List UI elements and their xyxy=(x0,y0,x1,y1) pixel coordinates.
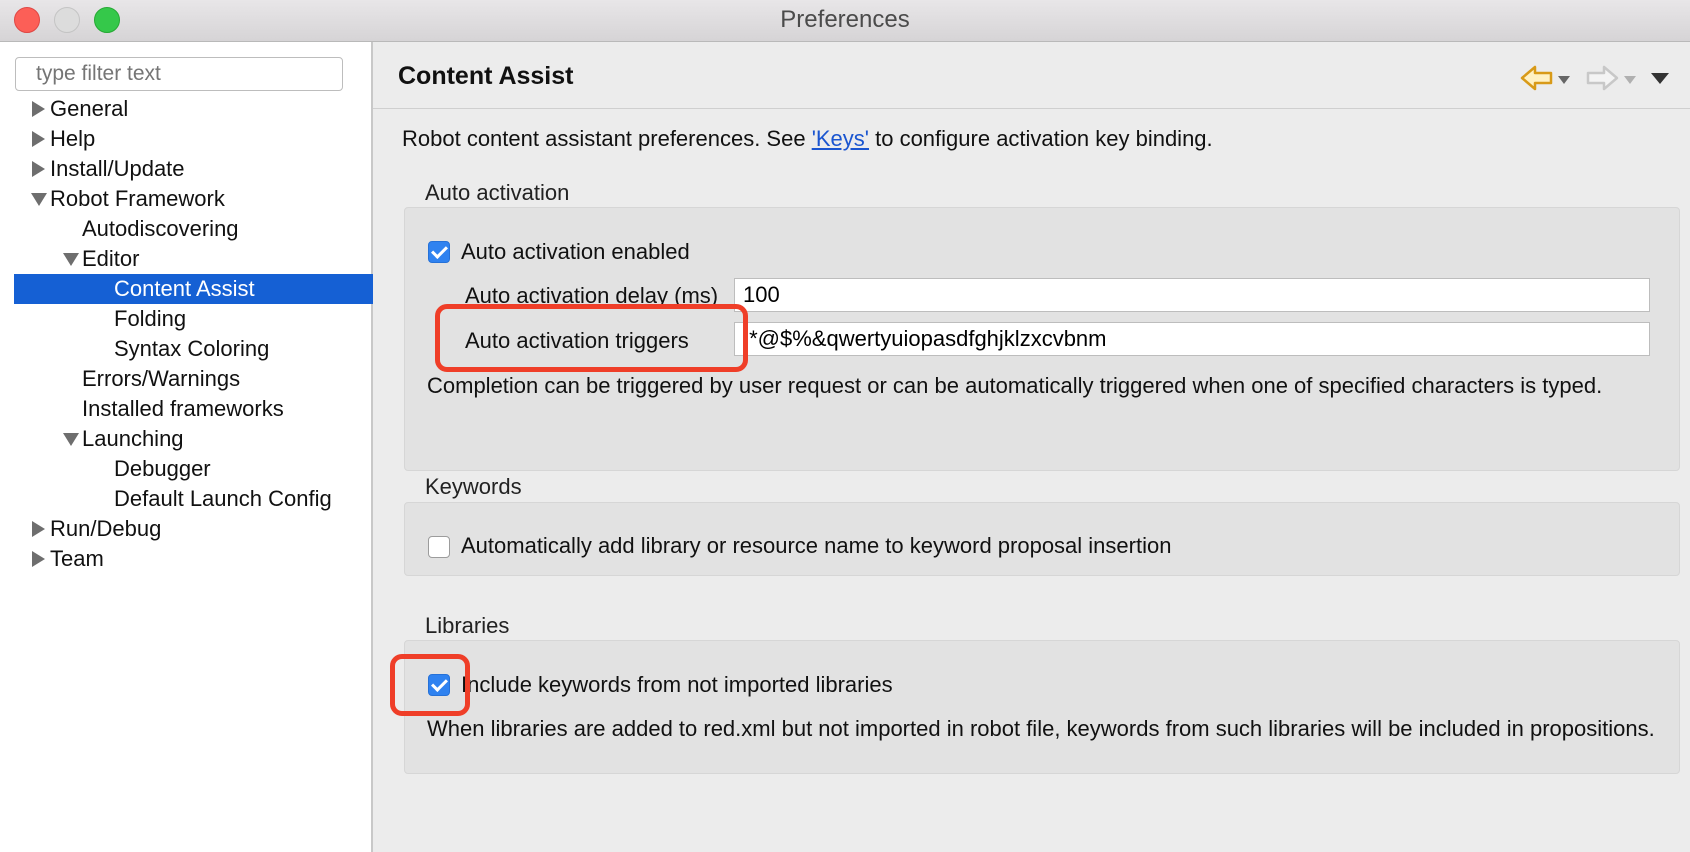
keys-link[interactable]: 'Keys' xyxy=(812,126,869,151)
tree-item[interactable]: Debugger xyxy=(0,454,371,484)
tree-item-label: Content Assist xyxy=(114,276,255,301)
libraries-help-text: When libraries are added to red.xml but … xyxy=(427,716,1655,741)
back-history-dropdown-icon[interactable] xyxy=(1557,75,1571,85)
tree-item-label: Installed frameworks xyxy=(82,396,284,421)
tree-item-label: Help xyxy=(50,126,96,151)
auto-activation-enabled-checkbox[interactable] xyxy=(428,241,450,263)
back-arrow-icon[interactable] xyxy=(1520,64,1554,92)
tree-item-label: Robot Framework xyxy=(50,186,225,211)
collapsed-triangle-icon[interactable] xyxy=(32,131,45,147)
tree-item-label: Run/Debug xyxy=(50,516,162,541)
tree-item[interactable]: Content Assist xyxy=(14,274,385,304)
tree-item[interactable]: Folding xyxy=(0,304,371,334)
tree-item[interactable]: Run/Debug xyxy=(0,514,371,544)
auto-activation-triggers-field[interactable] xyxy=(734,322,1650,356)
tree-item[interactable]: Errors/Warnings xyxy=(0,364,371,394)
tree-item-label: Team xyxy=(50,546,104,571)
tree-item-label: Debugger xyxy=(114,456,211,481)
tree-item[interactable]: Launching xyxy=(0,424,371,454)
tree-item[interactable]: Syntax Coloring xyxy=(0,334,371,364)
view-menu-icon[interactable] xyxy=(1650,72,1670,86)
expanded-triangle-icon[interactable] xyxy=(63,253,79,266)
tree-item[interactable]: Installed frameworks xyxy=(0,394,371,424)
collapsed-triangle-icon[interactable] xyxy=(32,161,45,177)
libraries-group xyxy=(404,640,1680,774)
keywords-group-label: Keywords xyxy=(425,474,522,499)
auto-activation-group-label: Auto activation xyxy=(425,180,570,205)
header-separator xyxy=(373,108,1690,109)
libraries-group-label: Libraries xyxy=(425,613,510,638)
preferences-sidebar: General Help Install/Update Robot Framework… xyxy=(0,42,385,852)
include-checkbox-highlight-box xyxy=(390,654,470,716)
tree-item[interactable]: Autodiscovering xyxy=(0,214,371,244)
collapsed-triangle-icon[interactable] xyxy=(32,101,45,117)
auto-activation-delay-field[interactable] xyxy=(734,278,1650,312)
tree-item-label: Autodiscovering xyxy=(82,216,239,241)
tree-item-label: Syntax Coloring xyxy=(114,336,270,361)
description-text-end: to configure activation key binding. xyxy=(869,126,1213,151)
tree-item[interactable]: Editor xyxy=(0,244,371,274)
expanded-triangle-icon[interactable] xyxy=(63,433,79,446)
tree-item-label: General xyxy=(50,96,129,121)
window-titlebar: Preferences xyxy=(0,0,1690,42)
filter-input[interactable] xyxy=(15,57,343,91)
add-library-name-checkbox[interactable] xyxy=(428,536,450,558)
tree-item-label: Folding xyxy=(114,306,187,331)
page-title: Content Assist xyxy=(398,62,574,90)
add-library-name-label: Automatically add library or resource na… xyxy=(461,533,1172,558)
collapsed-triangle-icon[interactable] xyxy=(32,551,45,567)
tree-item-label: Install/Update xyxy=(50,156,185,181)
tree-item[interactable]: Robot Framework xyxy=(0,184,371,214)
tree-item-label: Launching xyxy=(82,426,184,451)
collapsed-triangle-icon[interactable] xyxy=(32,521,45,537)
tree-item-label: Editor xyxy=(82,246,140,271)
tree-item[interactable]: Team xyxy=(0,544,371,574)
tree-item-label: Default Launch Config xyxy=(114,486,332,511)
page-description: Robot content assistant preferences. See… xyxy=(402,126,1213,152)
tree-item[interactable]: Help xyxy=(0,124,371,154)
description-text: Robot content assistant preferences. See xyxy=(402,126,812,151)
tree-item-label: Errors/Warnings xyxy=(82,366,241,391)
tree-item[interactable]: Default Launch Config xyxy=(0,484,371,514)
triggers-highlight-box xyxy=(435,304,748,372)
expanded-triangle-icon[interactable] xyxy=(31,193,47,206)
tree-item[interactable]: General xyxy=(0,94,371,124)
auto-activation-enabled-label: Auto activation enabled xyxy=(461,239,690,264)
forward-arrow-icon[interactable] xyxy=(1585,64,1619,92)
window-title: Preferences xyxy=(780,6,910,33)
tree-item[interactable]: Install/Update xyxy=(0,154,371,184)
include-not-imported-label: Include keywords from not imported libra… xyxy=(461,672,893,697)
preference-page: Content Assist Robot content assistant p… xyxy=(373,42,1690,852)
forward-history-dropdown-icon[interactable] xyxy=(1623,75,1637,85)
auto-activation-help-text: Completion can be triggered by user requ… xyxy=(427,373,1603,398)
